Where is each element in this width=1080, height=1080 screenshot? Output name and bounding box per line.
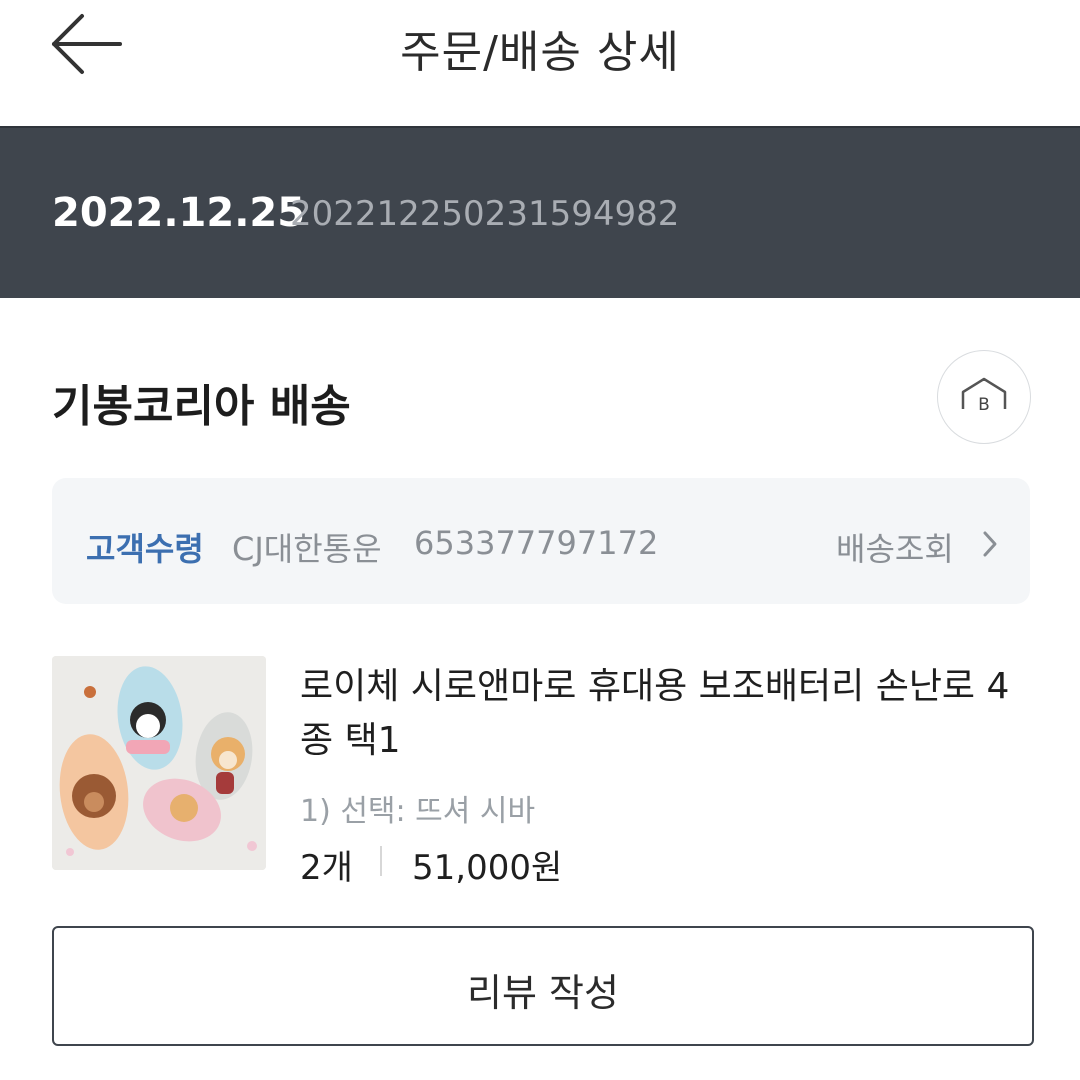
shipping-carrier: CJ대한통운 [232,530,382,568]
tracking-number: 653377797172 [414,524,659,562]
store-home-button[interactable]: B [937,350,1031,444]
order-number: 20221225023159498​2 [290,194,680,234]
write-review-button[interactable]: 리뷰 작성 [52,926,1034,1046]
page-title: 주문/배송 상세 [400,27,680,78]
shipping-status: 고객수령 [86,530,204,568]
chevron-right-icon [983,531,997,557]
seller-name: 기봉코리아 배송 [52,381,351,432]
product-price: 51,000원 [412,848,563,888]
track-shipment-link[interactable]: 배송조회 [836,522,1006,568]
product-quantity: 2개 [300,848,353,888]
order-date: 2022.12.25 [52,190,306,236]
top-bar: 주문/배송 상세 [0,0,1080,128]
product-option: 1) 선택: 뜨셔 시바 [300,794,536,829]
product-name[interactable]: 로이체 시로앤마로 휴대용 보조배터리 손난로 4종 택1 [300,660,1040,768]
product-thumbnail[interactable] [52,656,266,870]
product-image [52,656,266,870]
track-shipment-label: 배송조회 [836,530,954,568]
store-home-icon: B [961,377,1007,415]
store-home-icon-letter: B [978,395,990,415]
quantity-price-divider [380,846,382,876]
write-review-label: 리뷰 작성 [467,971,619,1015]
